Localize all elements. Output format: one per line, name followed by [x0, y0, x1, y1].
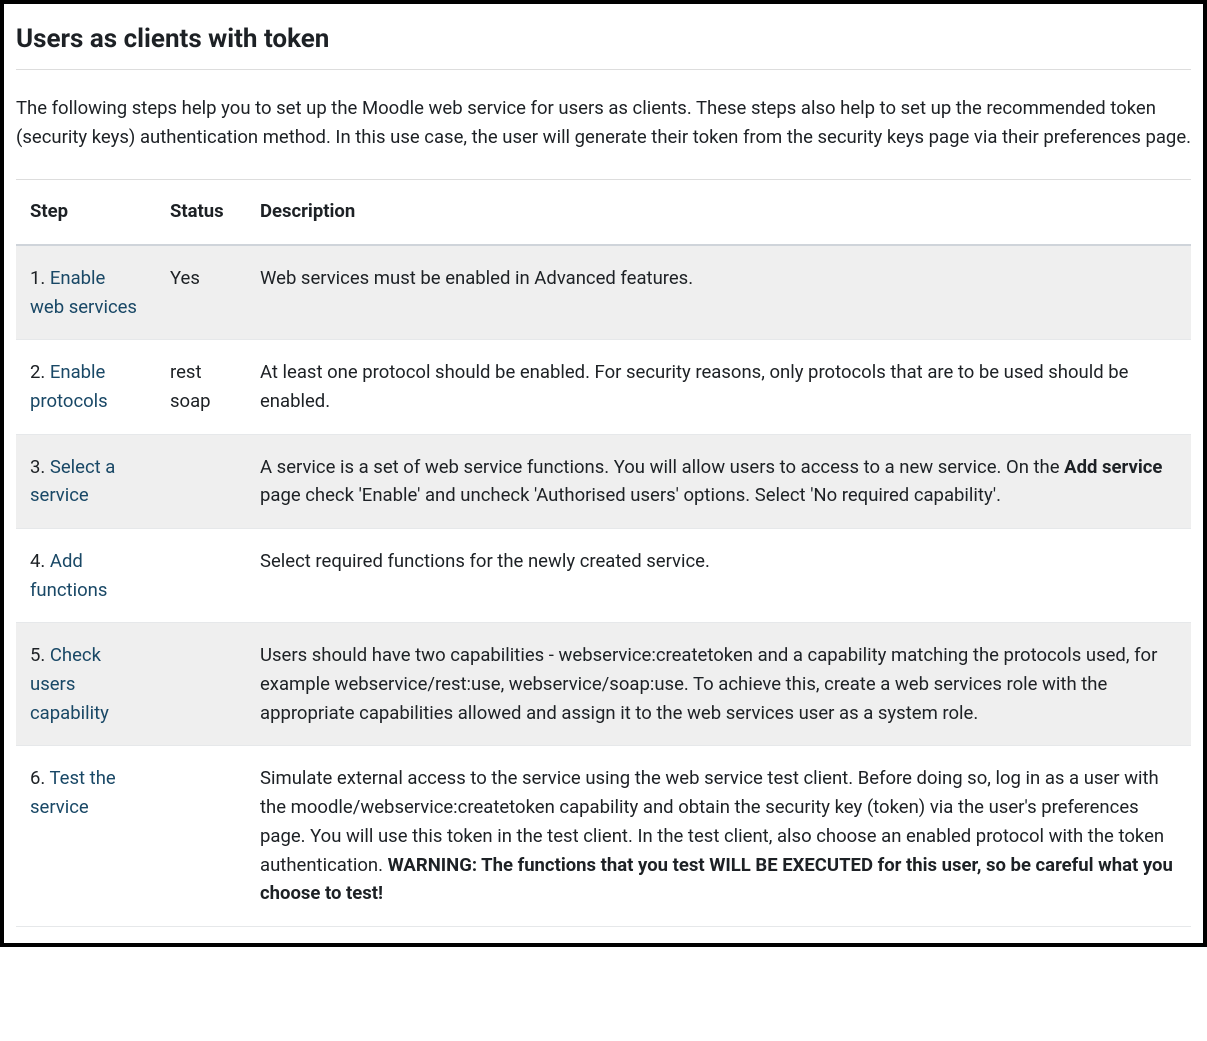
status-cell	[156, 529, 246, 623]
status-cell: rest soap	[156, 340, 246, 434]
col-header-step: Step	[16, 180, 156, 245]
step-number: 6.	[30, 767, 50, 789]
table-row: 3. Select a service A service is a set o…	[16, 434, 1191, 528]
description-cell: Simulate external access to the service …	[246, 746, 1191, 926]
step-cell: 3. Select a service	[16, 434, 156, 528]
step-number: 4.	[30, 550, 50, 572]
desc-text: Users should have two capabilities - web…	[260, 644, 1157, 723]
description-cell: A service is a set of web service functi…	[246, 434, 1191, 528]
step-number: 5.	[30, 644, 50, 666]
page-title: Users as clients with token	[16, 20, 1191, 70]
table-row: 4. Add functions Select required functio…	[16, 529, 1191, 623]
status-cell: Yes	[156, 245, 246, 340]
table-row: 1. Enable web services Yes Web services …	[16, 245, 1191, 340]
step-cell: 6. Test the service	[16, 746, 156, 926]
description-cell: Users should have two capabilities - web…	[246, 623, 1191, 746]
status-cell	[156, 434, 246, 528]
desc-bold: WARNING: The functions that you test WIL…	[260, 854, 1173, 905]
table-row: 5. Check users capability Users should h…	[16, 623, 1191, 746]
step-cell: 4. Add functions	[16, 529, 156, 623]
desc-text: A service is a set of web service functi…	[260, 456, 1064, 478]
status-cell	[156, 623, 246, 746]
desc-bold: Add service	[1064, 456, 1162, 478]
desc-text-post: page check 'Enable' and uncheck 'Authori…	[260, 484, 1001, 506]
step-cell: 5. Check users capability	[16, 623, 156, 746]
col-header-description: Description	[246, 180, 1191, 245]
step-number: 1.	[30, 267, 50, 289]
status-cell	[156, 746, 246, 926]
desc-text: Select required functions for the newly …	[260, 550, 710, 572]
desc-text: Web services must be enabled in Advanced…	[260, 267, 693, 289]
step-number: 2.	[30, 361, 50, 383]
desc-text: At least one protocol should be enabled.…	[260, 361, 1128, 412]
table-row: 2. Enable protocols rest soap At least o…	[16, 340, 1191, 434]
step-number: 3.	[30, 456, 50, 478]
step-cell: 1. Enable web services	[16, 245, 156, 340]
intro-paragraph: The following steps help you to set up t…	[16, 94, 1191, 151]
description-cell: Select required functions for the newly …	[246, 529, 1191, 623]
description-cell: At least one protocol should be enabled.…	[246, 340, 1191, 434]
table-row: 6. Test the service Simulate external ac…	[16, 746, 1191, 926]
step-cell: 2. Enable protocols	[16, 340, 156, 434]
description-cell: Web services must be enabled in Advanced…	[246, 245, 1191, 340]
steps-table: Step Status Description 1. Enable web se…	[16, 179, 1191, 927]
col-header-status: Status	[156, 180, 246, 245]
